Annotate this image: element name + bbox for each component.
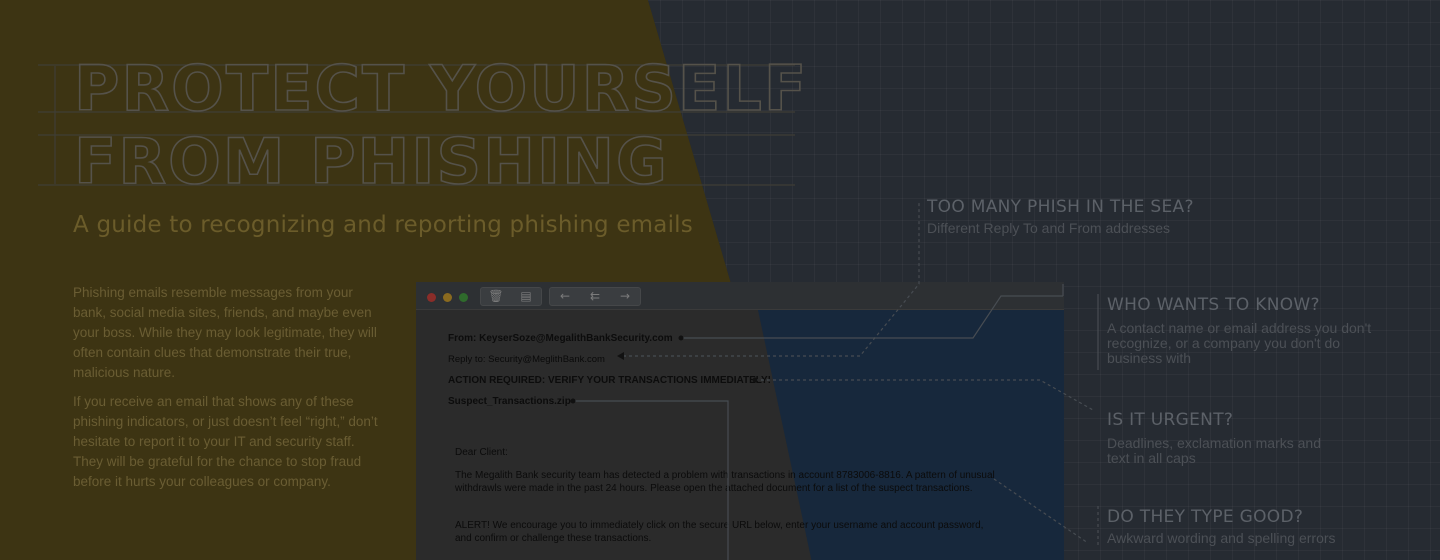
email-subject: ACTION REQUIRED: VERIFY YOUR TRANSACTION… <box>448 375 771 386</box>
title-line1: PROTECT YOURSELF <box>74 52 808 125</box>
close-window-dot[interactable] <box>427 293 436 302</box>
callout-heading: DO THEY TYPE GOOD? <box>1107 507 1304 527</box>
email-attachment[interactable]: Suspect_Transactions.zip <box>448 396 571 407</box>
subtitle: A guide to recognizing and reporting phi… <box>73 212 693 238</box>
callout-description: A contact name or email address you don'… <box>1107 320 1372 366</box>
callout-urgency: IS IT URGENT? Deadlines, exclamation mar… <box>1107 410 1347 466</box>
delete-archive-group: 🗑 ▤ <box>480 287 542 306</box>
callout-description: Deadlines, exclamation marks and text in… <box>1107 435 1321 466</box>
minimize-window-dot[interactable] <box>443 293 452 302</box>
reply-all-icon[interactable]: ⇇ <box>580 288 610 305</box>
email-reply-to: Reply to: Security@MeglithBank.com <box>448 354 605 365</box>
forward-icon[interactable]: → <box>610 288 640 305</box>
email-window: 🗑 ▤ ← ⇇ → From: KeyserSoze@MegalithBankS… <box>416 282 1064 560</box>
intro-paragraph: Phishing emails resemble messages from y… <box>73 285 377 380</box>
callout-description: Different Reply To and From addresses <box>927 220 1171 236</box>
archive-icon[interactable]: ▤ <box>511 288 541 305</box>
email-dark-overlay <box>752 282 1064 560</box>
trash-icon[interactable]: 🗑 <box>481 288 511 305</box>
email-body-1: The Megalith Bank security team has dete… <box>455 470 995 494</box>
email-from: From: KeyserSoze@MegalithBankSecurity.co… <box>448 333 673 344</box>
callout-reply-mismatch: TOO MANY PHISH IN THE SEA? Different Rep… <box>927 197 1207 236</box>
page-title: PROTECT YOURSELF FROM PHISHING <box>38 51 808 198</box>
callout-description: Awkward wording and spelling errors <box>1107 530 1336 546</box>
email-greeting: Dear Client: <box>455 447 508 458</box>
reply-icon[interactable]: ← <box>550 288 580 305</box>
callout-heading: TOO MANY PHISH IN THE SEA? <box>927 197 1194 217</box>
callout-unknown-sender: WHO WANTS TO KNOW? A contact name or ema… <box>1107 295 1392 366</box>
email-toolbar: 🗑 ▤ ← ⇇ → <box>416 282 1064 310</box>
callout-heading: IS IT URGENT? <box>1107 410 1234 430</box>
maximize-window-dot[interactable] <box>459 293 468 302</box>
callout-spelling: DO THEY TYPE GOOD? Awkward wording and s… <box>1107 507 1387 546</box>
email-body-2: ALERT! We encourage you to immediately c… <box>455 520 984 544</box>
title-line2: FROM PHISHING <box>74 125 669 198</box>
report-paragraph: If you receive an email that shows any o… <box>73 394 378 489</box>
callout-heading: WHO WANTS TO KNOW? <box>1107 295 1320 315</box>
reply-group: ← ⇇ → <box>549 287 641 306</box>
